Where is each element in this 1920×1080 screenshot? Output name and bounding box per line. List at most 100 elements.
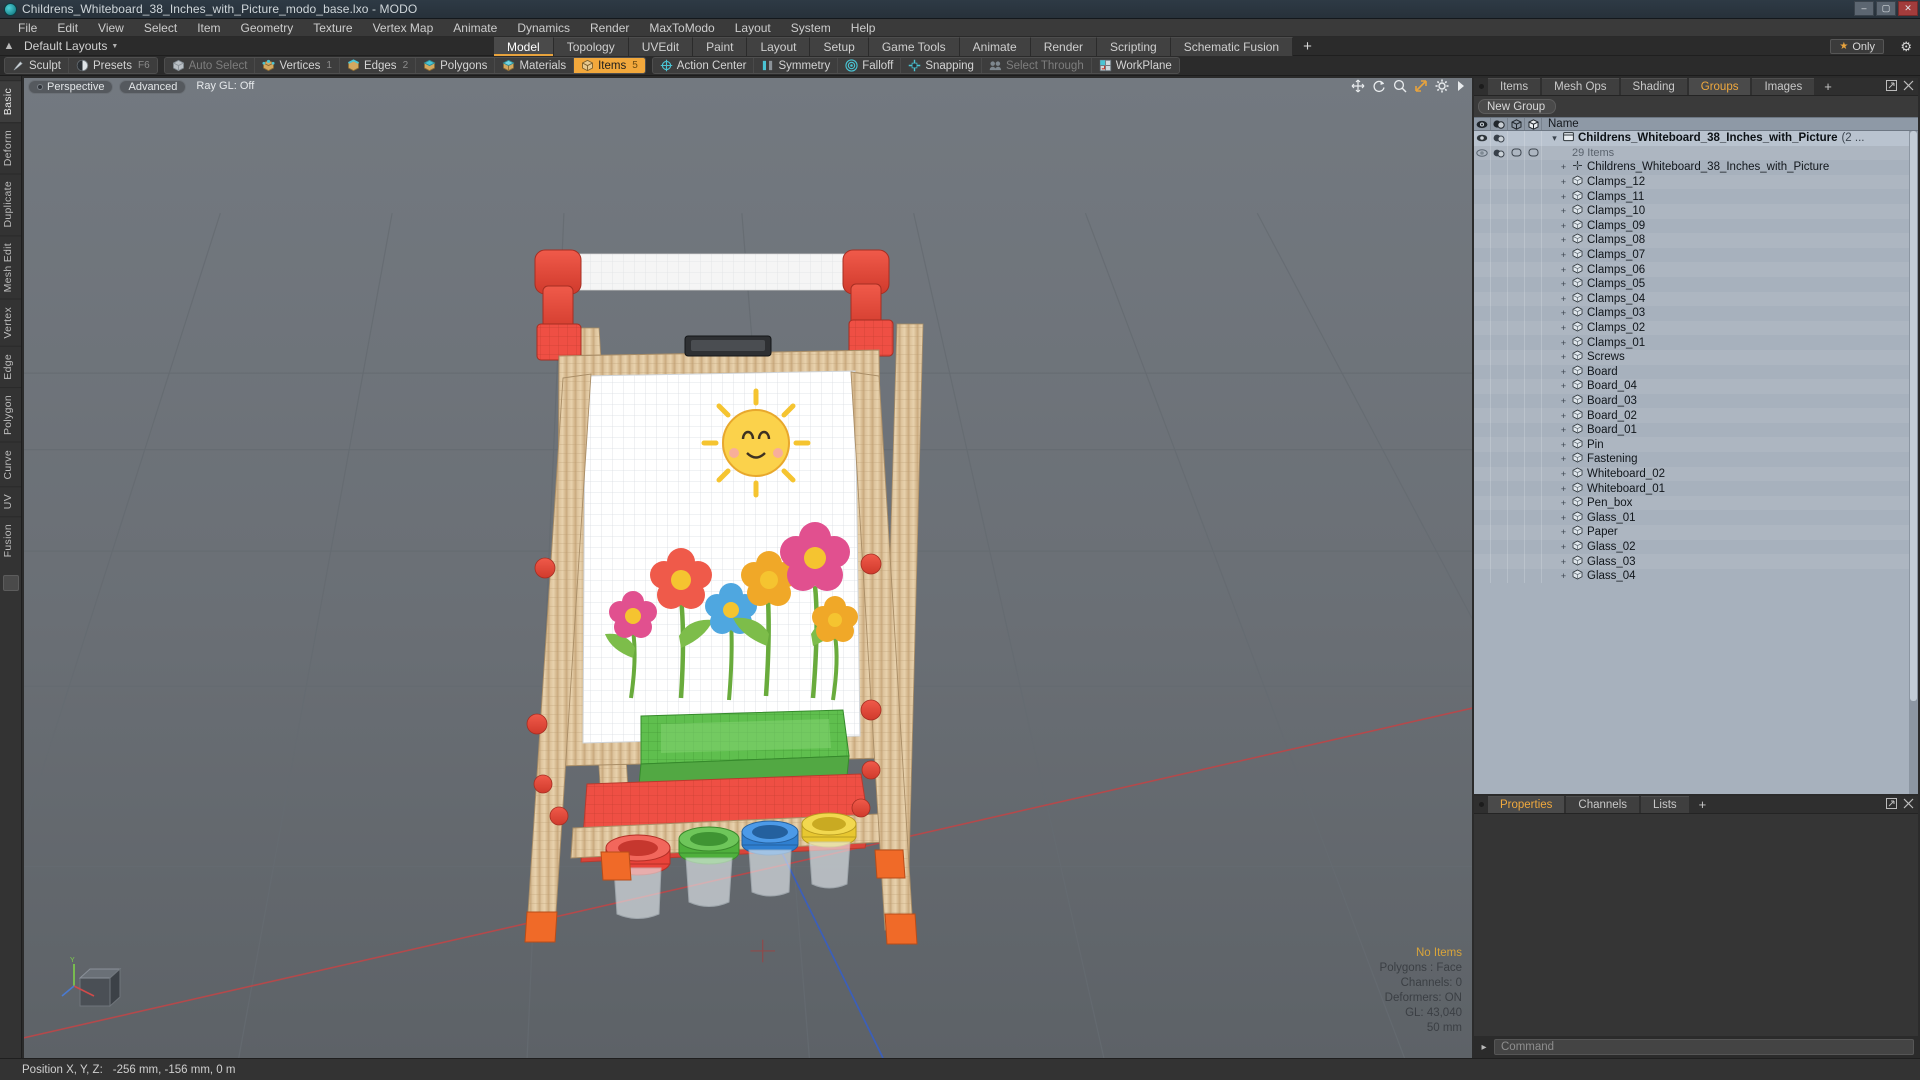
item-row-toggle-0[interactable] [1474,437,1491,453]
properties-popout-icon[interactable] [1886,798,1897,809]
item-row-toggle-3[interactable] [1525,320,1542,336]
tree-expand-icon[interactable]: + [1559,162,1568,172]
tree-expand-icon[interactable]: + [1559,454,1568,464]
item-row-toggle-0[interactable] [1474,379,1491,394]
menu-item-dynamics[interactable]: Dynamics [507,19,580,37]
item-row-toggle-2[interactable] [1508,189,1525,204]
maximize-button[interactable]: ▢ [1876,1,1896,16]
item-row-toggle-0[interactable] [1474,233,1491,248]
layout-tab-uvedit[interactable]: UVEdit [628,37,694,56]
item-list-row[interactable]: 29 Items [1474,145,1918,161]
item-row-toggle-0[interactable] [1474,160,1491,175]
item-row-toggle-0[interactable] [1474,525,1491,540]
toolbar-button-falloff[interactable]: Falloff [838,58,902,73]
item-row-toggle-2[interactable] [1508,306,1525,321]
item-row-toggle-0[interactable] [1474,145,1491,161]
item-row-toggle-3[interactable] [1525,364,1542,380]
menu-item-geometry[interactable]: Geometry [231,19,304,37]
item-list-row[interactable]: + Clamps_03 [1474,306,1918,321]
item-list-row[interactable]: + Fastening [1474,452,1918,467]
item-list-row[interactable]: + Screws [1474,349,1918,365]
item-row-toggle-0[interactable] [1474,408,1491,423]
item-row-toggle-2[interactable] [1508,160,1525,175]
add-layout-tab-button[interactable]: + [1293,37,1322,56]
item-row-toggle-2[interactable] [1508,145,1525,161]
item-list-row[interactable]: + Pen_box [1474,495,1918,511]
item-row-toggle-3[interactable] [1525,510,1542,526]
item-row-toggle-1[interactable] [1491,510,1508,526]
layout-tab-paint[interactable]: Paint [693,37,748,56]
item-row-toggle-2[interactable] [1508,131,1525,146]
item-row-toggle-3[interactable] [1525,408,1542,423]
item-row-toggle-1[interactable] [1491,218,1508,234]
panel-close-icon[interactable] [1903,80,1914,91]
minimize-button[interactable]: – [1854,1,1874,16]
item-list-row[interactable]: + Glass_01 [1474,510,1918,526]
menu-item-animate[interactable]: Animate [443,19,507,37]
left-tool-tab-curve[interactable]: Curve [0,441,21,487]
properties-panel-tab-properties[interactable]: Properties [1488,796,1565,813]
item-row-toggle-3[interactable] [1525,495,1542,511]
item-row-toggle-3[interactable] [1525,393,1542,409]
gear-icon[interactable]: ⚙ [1900,40,1912,53]
menu-item-view[interactable]: View [88,19,134,37]
shade-column-icon[interactable] [1491,118,1508,130]
tree-expand-icon[interactable]: ▾ [1550,133,1559,144]
toolbar-button-snapping[interactable]: Snapping [901,58,982,73]
cube-solid-column-icon[interactable] [1525,118,1542,130]
layout-tab-animate[interactable]: Animate [959,37,1031,56]
item-row-toggle-2[interactable] [1508,437,1525,453]
item-row-toggle-1[interactable] [1491,203,1508,219]
groups-panel-tab-groups[interactable]: Groups [1688,78,1751,95]
eye-column-icon[interactable] [1474,118,1491,130]
item-list-row[interactable]: + Board_04 [1474,379,1918,394]
item-row-toggle-3[interactable] [1525,481,1542,496]
item-row-toggle-3[interactable] [1525,131,1542,146]
left-tool-tab-polygon[interactable]: Polygon [0,386,21,442]
tree-expand-icon[interactable]: + [1559,338,1568,348]
item-row-toggle-3[interactable] [1525,554,1542,569]
item-list-row[interactable]: + Clamps_05 [1474,276,1918,292]
item-list-row[interactable]: + Clamps_07 [1474,247,1918,263]
item-list-row[interactable]: + Clamps_09 [1474,218,1918,234]
item-list-row[interactable]: + Board_03 [1474,393,1918,409]
properties-menu-dot-icon[interactable] [1474,796,1488,813]
item-row-toggle-1[interactable] [1491,320,1508,336]
groups-panel-tab-images[interactable]: Images [1752,78,1815,95]
item-row-toggle-3[interactable] [1525,145,1542,161]
item-list-scrollbar[interactable] [1909,131,1918,794]
item-row-toggle-2[interactable] [1508,495,1525,511]
tree-expand-icon[interactable]: + [1559,265,1568,275]
item-row-toggle-0[interactable] [1474,452,1491,467]
item-row-toggle-3[interactable] [1525,306,1542,321]
item-row-toggle-0[interactable] [1474,422,1491,438]
item-row-toggle-3[interactable] [1525,525,1542,540]
tree-expand-icon[interactable]: + [1559,308,1568,318]
axis-gizmo[interactable]: Y [58,952,128,1022]
menu-item-render[interactable]: Render [580,19,639,37]
properties-close-icon[interactable] [1903,798,1914,809]
layout-tab-render[interactable]: Render [1030,37,1098,56]
layout-tab-schematic-fusion[interactable]: Schematic Fusion [1170,37,1294,56]
item-row-toggle-1[interactable] [1491,306,1508,321]
item-row-toggle-1[interactable] [1491,291,1508,307]
item-list-row[interactable]: + Clamps_02 [1474,320,1918,336]
tree-expand-icon[interactable]: + [1559,571,1568,581]
item-row-toggle-2[interactable] [1508,510,1525,526]
item-row-toggle-2[interactable] [1508,233,1525,248]
command-input[interactable]: Command [1494,1039,1914,1055]
tree-expand-icon[interactable]: + [1559,221,1568,231]
tree-expand-icon[interactable]: + [1559,513,1568,523]
item-list-row[interactable]: + Clamps_10 [1474,203,1918,219]
menu-item-maxtomodo[interactable]: MaxToModo [639,19,724,37]
tree-expand-icon[interactable]: + [1559,206,1568,216]
fit-icon[interactable] [1414,79,1428,93]
item-row-toggle-0[interactable] [1474,320,1491,336]
left-tool-tab-edge[interactable]: Edge [0,345,21,387]
toolbar-button-workplane[interactable]: WorkPlane [1091,58,1179,73]
toolbar-button-auto-select[interactable]: Auto Select [164,58,256,73]
item-row-toggle-1[interactable] [1491,525,1508,540]
item-row-toggle-1[interactable] [1491,554,1508,569]
menu-item-select[interactable]: Select [134,19,187,37]
item-row-toggle-1[interactable] [1491,481,1508,496]
